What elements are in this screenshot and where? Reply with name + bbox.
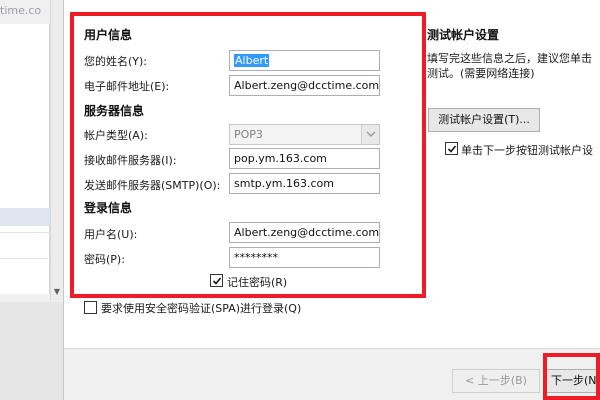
remember-password-checkbox[interactable] (210, 274, 223, 287)
background-window: time.co ▼ (0, 0, 64, 400)
scroll-down-arrow-icon[interactable]: ▼ (51, 286, 63, 298)
password-input[interactable]: ******** (229, 247, 380, 268)
user-info-heading: 用户信息 (84, 28, 133, 42)
back-button[interactable]: < 上一步(B) (452, 369, 540, 393)
test-description-line2: 测试。(需要网络连接) (427, 67, 535, 80)
username-label: 用户名(U): (84, 228, 138, 241)
name-value: Albert (234, 54, 270, 67)
test-account-settings-button[interactable]: 测试帐户设置(T)... (428, 108, 540, 132)
next-button[interactable]: 下一步(N (546, 369, 600, 393)
auto-test-label[interactable]: 单击下一步按钮测试帐户设 (461, 142, 593, 158)
test-description-line1: 填写完这些信息之后，建议您单击 (427, 52, 592, 65)
account-type-value: POP3 (234, 128, 263, 141)
server-info-heading: 服务器信息 (84, 104, 145, 118)
name-input[interactable]: Albert (229, 50, 380, 71)
login-info-heading: 登录信息 (84, 201, 133, 215)
background-bottom-panel (0, 302, 63, 400)
incoming-server-label: 接收邮件服务器(I): (84, 154, 177, 167)
account-type-select: POP3 (229, 124, 380, 145)
remember-password-label[interactable]: 记住密码(R) (227, 274, 287, 290)
background-scrollbar[interactable] (50, 0, 63, 300)
background-divider (0, 258, 50, 259)
background-list (0, 24, 50, 294)
test-settings-heading: 测试帐户设置 (427, 28, 500, 42)
incoming-server-input[interactable]: pop.ym.163.com (229, 148, 380, 169)
checkmark-icon (447, 145, 457, 153)
username-input[interactable]: Albert.zeng@dcctime.com (229, 222, 380, 243)
spa-checkbox[interactable] (84, 301, 97, 314)
chevron-down-icon (361, 125, 379, 144)
outgoing-server-input[interactable]: smtp.ym.163.com (229, 173, 380, 194)
email-input[interactable]: Albert.zeng@dcctime.com (229, 75, 380, 96)
outgoing-server-label: 发送邮件服务器(SMTP)(O): (84, 179, 221, 192)
background-divider (0, 232, 50, 233)
checkmark-icon (212, 277, 222, 285)
spa-label[interactable]: 要求使用安全密码验证(SPA)进行登录(Q) (101, 300, 301, 316)
password-label: 密码(P): (84, 253, 125, 266)
account-type-label: 帐户类型(A): (84, 129, 148, 142)
background-selected-row[interactable] (0, 208, 50, 226)
name-label: 您的姓名(Y): (84, 55, 148, 68)
auto-test-checkbox[interactable] (445, 142, 458, 155)
email-label: 电子邮件地址(E): (84, 80, 170, 93)
